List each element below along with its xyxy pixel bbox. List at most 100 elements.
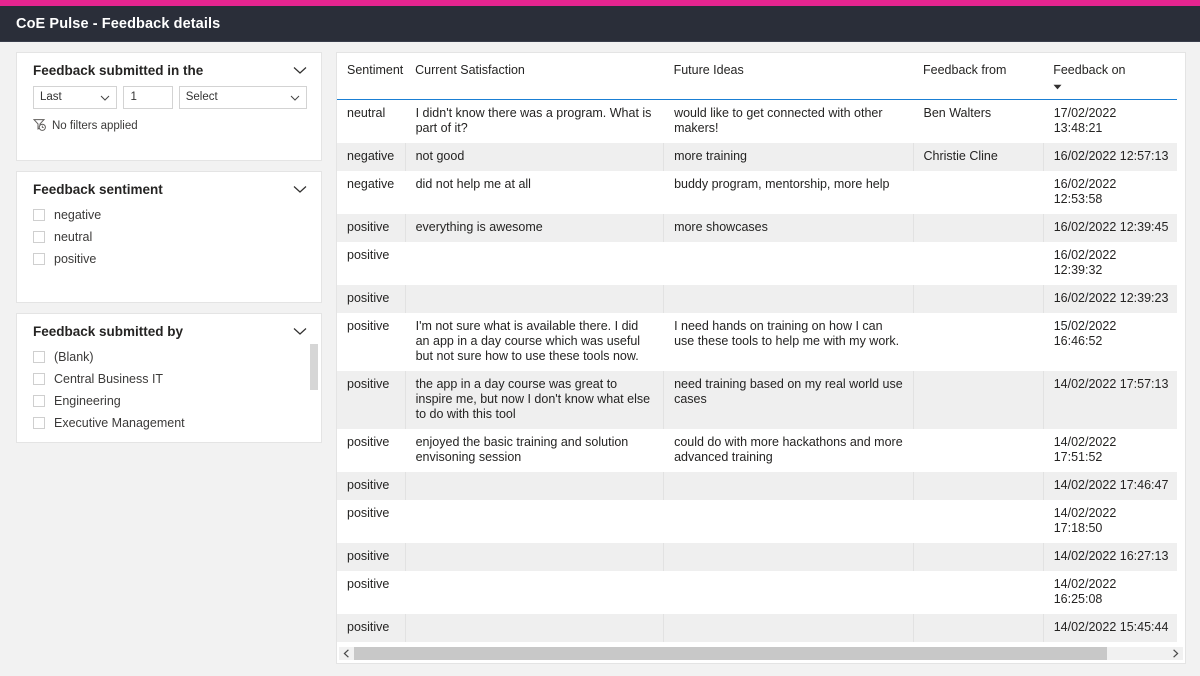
submitted-by-option-engineering[interactable]: Engineering	[33, 391, 307, 410]
column-header-label: Feedback from	[923, 63, 1007, 77]
cell-feedback-on: 14/02/2022 17:51:52	[1053, 435, 1117, 464]
filter-card-submitted-by: Feedback submitted by (Blank) Central Bu…	[16, 313, 322, 443]
chevron-left-icon[interactable]	[339, 647, 354, 660]
table-row[interactable]: positive everything is awesome more show…	[337, 214, 1177, 242]
cell-current-satisfaction: I didn't know there was a program. What …	[415, 106, 652, 135]
filter-clock-icon	[32, 118, 46, 134]
cell-current-satisfaction	[405, 242, 663, 285]
checkbox-icon[interactable]	[33, 372, 45, 385]
checkbox-icon[interactable]	[33, 416, 45, 429]
table-row[interactable]: positive 14/02/2022 17:46:47	[337, 472, 1177, 500]
column-header-label: Sentiment	[347, 63, 404, 77]
scrollbar-thumb[interactable]	[354, 647, 1107, 660]
submitted-by-option-central-business-it[interactable]: Central Business IT	[33, 369, 307, 388]
table-row[interactable]: negative did not help me at all buddy pr…	[337, 171, 1177, 214]
checkbox-icon[interactable]	[33, 230, 45, 243]
cell-future-ideas	[664, 242, 913, 285]
table-row[interactable]: positive 14/02/2022 17:18:50	[337, 500, 1177, 543]
column-header-current-satisfaction[interactable]: Current Satisfaction	[405, 53, 664, 100]
app-header: CoE Pulse - Feedback details	[0, 6, 1200, 42]
cell-feedback-on: 16/02/2022 12:53:58	[1053, 177, 1117, 206]
checkbox-icon[interactable]	[33, 394, 45, 407]
submitted-by-option-executive-management[interactable]: Executive Management	[33, 413, 307, 432]
cell-future-ideas: could do with more hackathons and more a…	[674, 435, 903, 464]
table-row[interactable]: neutral I didn't know there was a progra…	[337, 100, 1177, 144]
checkbox-icon[interactable]	[33, 252, 45, 265]
cell-sentiment: positive	[337, 472, 406, 500]
scrollbar-track[interactable]	[354, 647, 1168, 660]
cell-sentiment: positive	[347, 506, 390, 520]
filter-submitted-by-title: Feedback submitted by	[33, 324, 184, 339]
column-header-label: Future Ideas	[673, 63, 744, 77]
filter-date-header: Feedback submitted in the	[33, 63, 307, 78]
submitted-by-option-label: Engineering	[54, 393, 121, 408]
table-row[interactable]: negative not good more training Christie…	[337, 143, 1177, 171]
cell-sentiment: positive	[337, 543, 406, 571]
cell-feedback-from	[913, 313, 1043, 371]
cell-feedback-from: Christie Cline	[913, 143, 1044, 171]
cell-sentiment: negative	[347, 177, 395, 191]
table-row[interactable]: positive 16/02/2022 12:39:23	[337, 285, 1177, 313]
chevron-down-icon[interactable]	[293, 66, 307, 75]
submitted-by-option-label: Executive Management	[54, 415, 185, 430]
feedback-table-scroll-area[interactable]: Sentiment Current Satisfaction Future Id…	[337, 53, 1185, 646]
column-header-future-ideas[interactable]: Future Ideas	[663, 53, 913, 100]
column-header-sentiment[interactable]: Sentiment	[337, 53, 406, 100]
cell-current-satisfaction: I'm not sure what is available there. I …	[415, 319, 641, 363]
submitted-by-option-label: Central Business IT	[54, 371, 164, 386]
cell-sentiment: positive	[347, 577, 390, 591]
submitted-by-scrollbar[interactable]	[310, 344, 318, 436]
range-value-input[interactable]: 1	[123, 86, 173, 109]
cell-sentiment: positive	[347, 248, 390, 262]
table-row[interactable]: positive I'm not sure what is available …	[337, 313, 1177, 371]
cell-future-ideas	[663, 472, 914, 500]
sentiment-option-list: negative neutral positive	[33, 205, 307, 268]
scrollbar-thumb[interactable]	[310, 344, 318, 390]
cell-feedback-on: 14/02/2022 16:25:08	[1053, 577, 1117, 606]
sentiment-option-positive[interactable]: positive	[33, 249, 307, 268]
feedback-table: Sentiment Current Satisfaction Future Id…	[337, 53, 1177, 646]
filter-date-title: Feedback submitted in the	[33, 63, 204, 78]
column-header-label: Current Satisfaction	[415, 63, 525, 77]
cell-sentiment: positive	[337, 214, 406, 242]
submitted-by-option-blank[interactable]: (Blank)	[33, 347, 307, 366]
cell-current-satisfaction	[405, 472, 665, 500]
filter-sentiment-title: Feedback sentiment	[33, 182, 163, 197]
horizontal-scrollbar[interactable]	[339, 646, 1183, 661]
chevron-right-icon[interactable]	[1168, 647, 1183, 660]
table-header-row: Sentiment Current Satisfaction Future Id…	[337, 53, 1177, 100]
filter-submitted-by-header: Feedback submitted by	[33, 324, 307, 339]
cell-feedback-on: 15/02/2022 16:46:52	[1053, 319, 1117, 348]
submitted-by-option-list: (Blank) Central Business IT Engineering …	[33, 347, 307, 432]
sentiment-option-neutral[interactable]: neutral	[33, 227, 307, 246]
page-body: Feedback submitted in the Last 1 Select	[0, 42, 1200, 676]
cell-feedback-from	[913, 614, 1044, 642]
cell-future-ideas	[663, 614, 914, 642]
cell-feedback-on: 16/02/2022 12:39:45	[1043, 214, 1177, 242]
sentiment-option-negative[interactable]: negative	[33, 205, 307, 224]
cell-future-ideas	[664, 500, 913, 543]
table-row[interactable]: positive 16/02/2022 12:39:32	[337, 242, 1177, 285]
table-row[interactable]: positive 14/02/2022 16:25:08	[337, 571, 1177, 614]
cell-feedback-on: 16/02/2022 12:39:32	[1053, 248, 1117, 277]
cell-future-ideas: need training based on my real world use…	[663, 371, 914, 429]
table-row[interactable]: positive 14/02/2022 16:27:13	[337, 543, 1177, 571]
range-unit-select[interactable]: Select	[178, 86, 307, 109]
cell-feedback-from	[913, 285, 1044, 313]
checkbox-icon[interactable]	[33, 350, 45, 363]
table-row[interactable]: positive enjoyed the basic training and …	[337, 429, 1177, 472]
table-row[interactable]: positive the app in a day course was gre…	[337, 371, 1177, 429]
range-unit-value: Select	[185, 90, 218, 103]
cell-current-satisfaction	[405, 571, 663, 614]
column-header-feedback-on[interactable]: Feedback on	[1043, 53, 1177, 100]
table-row[interactable]: positive 14/02/2022 15:45:44	[337, 614, 1177, 642]
cell-current-satisfaction	[405, 285, 665, 313]
chevron-down-icon[interactable]	[293, 327, 307, 336]
checkbox-icon[interactable]	[33, 208, 45, 221]
range-mode-value: Last	[40, 90, 62, 103]
column-header-feedback-from[interactable]: Feedback from	[913, 53, 1044, 100]
chevron-down-icon[interactable]	[293, 185, 307, 194]
chevron-down-icon	[290, 92, 300, 104]
feedback-table-head: Sentiment Current Satisfaction Future Id…	[337, 53, 1177, 100]
range-mode-select[interactable]: Last	[33, 86, 118, 109]
